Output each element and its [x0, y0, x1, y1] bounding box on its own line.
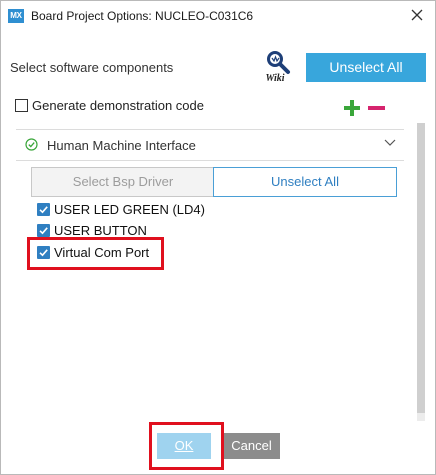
unselect-all-inner-button[interactable]: Unselect All [213, 167, 397, 197]
close-icon [411, 9, 423, 21]
demo-code-label: Generate demonstration code [32, 98, 204, 113]
dialog-window: MX Board Project Options: NUCLEO-C031C6 … [0, 0, 436, 475]
component-label: Virtual Com Port [54, 245, 150, 260]
minus-icon[interactable] [368, 106, 385, 110]
unselect-all-button[interactable]: Unselect All [306, 53, 426, 82]
components-panel [16, 121, 403, 421]
ok-button[interactable]: OK [157, 433, 211, 459]
select-components-label: Select software components [10, 60, 174, 75]
plus-icon[interactable] [344, 100, 360, 116]
component-label: USER BUTTON [54, 223, 147, 238]
scroll-thumb[interactable] [417, 123, 425, 413]
component-checkbox[interactable] [37, 246, 50, 259]
close-button[interactable] [407, 5, 427, 25]
checkmark-icon [39, 249, 48, 257]
select-bsp-driver-button[interactable]: Select Bsp Driver [31, 167, 215, 197]
title-bar: MX Board Project Options: NUCLEO-C031C6 [1, 1, 435, 31]
check-circle-icon [25, 138, 38, 151]
demo-code-checkbox[interactable] [15, 99, 28, 112]
component-checkbox[interactable] [37, 224, 50, 237]
component-checkbox[interactable] [37, 203, 50, 216]
magnifier-icon [267, 51, 290, 74]
scrollbar[interactable] [417, 123, 425, 421]
component-label: USER LED GREEN (LD4) [54, 202, 205, 217]
wiki-button[interactable]: Wiki [264, 49, 294, 85]
section-header-hmi[interactable]: Human Machine Interface [16, 129, 404, 161]
wiki-label: Wiki [265, 73, 285, 84]
window-title: Board Project Options: NUCLEO-C031C6 [31, 9, 254, 23]
chevron-down-icon [384, 139, 396, 146]
checkmark-icon [39, 206, 48, 214]
section-title: Human Machine Interface [47, 138, 196, 153]
checkmark-icon [39, 227, 48, 235]
cancel-button[interactable]: Cancel [223, 433, 280, 459]
app-logo-icon: MX [8, 9, 24, 23]
